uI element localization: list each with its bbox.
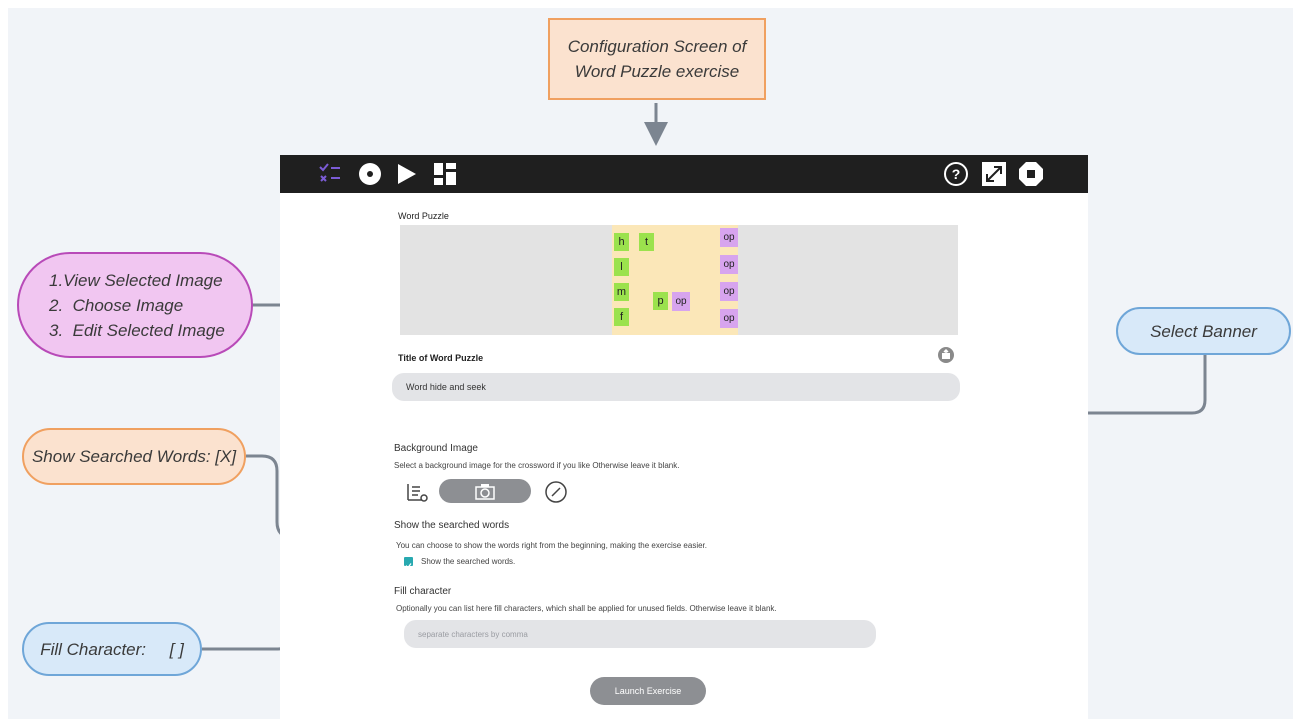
play-icon[interactable] bbox=[392, 160, 420, 188]
puzzle-preview[interactable]: h t l m f p op op op op op bbox=[400, 225, 958, 335]
svg-text:?: ? bbox=[952, 166, 961, 182]
show-words-heading: Show the searched words bbox=[394, 520, 510, 531]
background-heading: Background Image bbox=[394, 443, 478, 454]
app-window: ? Word Puzzle h t l m f p op op op op op… bbox=[280, 155, 1088, 723]
callout-line: Show Searched Words: [X] bbox=[31, 447, 237, 466]
puzzle-cell: op bbox=[720, 228, 738, 247]
fullscreen-icon[interactable] bbox=[980, 160, 1008, 188]
puzzle-cell: op bbox=[672, 292, 690, 311]
puzzle-cell: h bbox=[614, 233, 629, 251]
fill-description: Optionally you can list here fill charac… bbox=[396, 604, 777, 613]
callout-line: 1.View Selected Image bbox=[49, 270, 223, 290]
callout-fill-character: Fill Character: [ ] bbox=[22, 622, 202, 676]
launch-exercise-button[interactable]: Launch Exercise bbox=[590, 677, 706, 705]
disc-icon[interactable] bbox=[356, 160, 384, 188]
show-words-checkbox-label[interactable]: Show the searched words. bbox=[421, 557, 515, 566]
puzzle-label: Word Puzzle bbox=[398, 211, 449, 221]
choose-image-button[interactable] bbox=[439, 479, 531, 503]
callout-select-banner: Select Banner bbox=[1116, 307, 1291, 355]
stop-icon[interactable] bbox=[1017, 160, 1045, 188]
callout-line: Select Banner bbox=[1150, 321, 1257, 341]
puzzle-cell: l bbox=[614, 258, 629, 276]
callout-line: Fill Character: [ ] bbox=[40, 639, 184, 659]
callout-line: 2. Choose Image bbox=[49, 295, 184, 315]
callout-show-searched-words: Show Searched Words: [X] bbox=[22, 428, 246, 485]
puzzle-cell: m bbox=[614, 283, 629, 301]
toolbar: ? bbox=[280, 155, 1088, 193]
fill-characters-input[interactable]: separate characters by comma bbox=[404, 620, 876, 648]
puzzle-cell: op bbox=[720, 255, 738, 274]
view-image-icon[interactable] bbox=[406, 481, 428, 503]
check-icon bbox=[405, 563, 412, 569]
puzzle-cell: op bbox=[720, 282, 738, 301]
callout-line: Word Puzzle exercise bbox=[574, 62, 740, 81]
camera-icon bbox=[475, 484, 495, 500]
grid-icon[interactable] bbox=[431, 160, 459, 188]
edit-image-icon[interactable] bbox=[544, 480, 568, 504]
callout-line: Configuration Screen of bbox=[567, 37, 747, 56]
title-field-label: Title of Word Puzzle bbox=[398, 353, 484, 363]
puzzle-grid: h t l m f p op op op op op bbox=[612, 225, 738, 335]
title-input[interactable]: Word hide and seek bbox=[392, 373, 960, 401]
show-words-checkbox[interactable] bbox=[404, 557, 413, 569]
puzzle-cell: t bbox=[639, 233, 654, 251]
callout-image-actions: 1.View Selected Image 2. Choose Image 3.… bbox=[17, 252, 253, 358]
callout-line: 3. Edit Selected Image bbox=[49, 320, 225, 340]
show-words-description: You can choose to show the words right f… bbox=[396, 541, 707, 550]
background-description: Select a background image for the crossw… bbox=[394, 461, 680, 470]
puzzle-cell: f bbox=[614, 308, 629, 326]
fill-heading: Fill character bbox=[394, 586, 452, 597]
checklist-icon[interactable] bbox=[316, 160, 344, 188]
puzzle-cell: p bbox=[653, 292, 668, 310]
puzzle-cell: op bbox=[720, 309, 738, 328]
banner-select-icon[interactable] bbox=[937, 346, 955, 364]
help-icon[interactable]: ? bbox=[942, 160, 970, 188]
callout-config-screen: Configuration Screen of Word Puzzle exer… bbox=[548, 18, 766, 100]
